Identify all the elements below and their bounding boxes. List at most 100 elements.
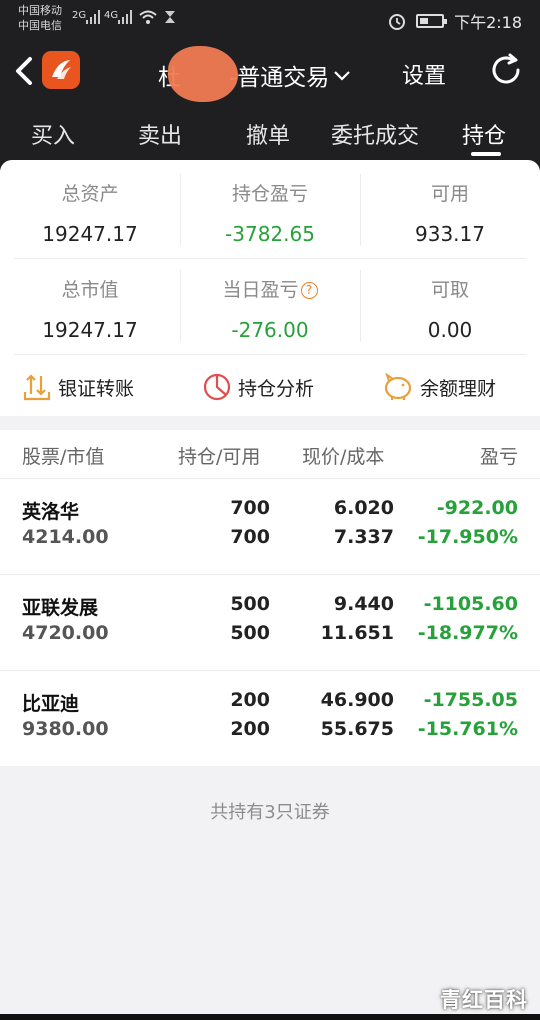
chevron-down-icon [333,62,351,88]
position-analysis-label: 持仓分析 [238,377,315,400]
app-logo-icon [42,51,80,89]
signal-icon [118,10,132,24]
carrier-info: 中国移动 中国电信 [18,3,62,33]
position-pl-value: -3782.65 [225,222,315,246]
stock-name: 亚联发展 [22,597,99,619]
tab-buy[interactable]: 买入 [31,118,75,150]
total-assets: 总资产 19247.17 [0,179,180,246]
withdrawable: 可取 0.00 [360,275,540,342]
available-funds: 可用 933.17 [360,179,540,246]
stock-pl-pct: -17.950% [417,526,518,548]
holding-row[interactable]: 亚联发展 4720.00 500 500 9.440 11.651 -1105.… [0,574,540,670]
stock-available: 200 [230,718,270,740]
status-time: 下午2:18 [454,13,522,32]
trade-tabs: 买入 卖出 撤单 委托成交 持仓 [0,108,540,160]
carrier-2: 中国电信 [18,19,62,32]
stock-name: 比亚迪 [22,693,80,715]
stock-pl: -1755.05 [423,689,518,711]
redaction-blob [168,46,238,102]
market-value-value: 19247.17 [42,318,138,342]
carrier-1: 中国移动 [18,4,62,17]
market-value: 总市值 19247.17 [0,275,180,342]
stock-available: 700 [230,526,270,548]
holdings-list: 股票/市值 持仓/可用 现价/成本 盈亏 英洛华 4214.00 700 700… [0,430,540,766]
network-type-2: 4G [104,10,119,21]
account-type: -普通交易 [229,65,330,91]
divider [360,174,361,246]
battery-icon [416,14,448,28]
stock-available: 500 [230,622,270,644]
position-pl-label: 持仓盈亏 [231,183,308,205]
holding-row[interactable]: 英洛华 4214.00 700 700 6.020 7.337 -922.00 … [0,478,540,574]
alarm-icon [389,14,406,30]
daily-pl-label-wrap: 当日盈亏? [180,275,360,302]
status-right: 下午2:18 [388,9,522,33]
settings-button[interactable]: 设置 [402,58,446,90]
stock-name: 英洛华 [22,501,80,523]
daily-pl: 当日盈亏? -276.00 [180,275,360,342]
divider [180,174,181,246]
stock-pl: -922.00 [436,497,518,519]
balance-wealth-label: 余额理财 [420,377,497,400]
pie-chart-icon [203,373,231,401]
top-header: 中国移动 中国电信 2G 4G 下午2:18 -普通交易 设置 买入 卖出 撤单… [0,0,540,170]
header-price: 现价/成本 [302,446,385,468]
total-assets-label: 总资产 [61,183,119,205]
market-value-label: 总市值 [61,279,119,301]
stock-market-value: 4214.00 [22,526,109,548]
divider [14,354,526,355]
status-bar: 中国移动 中国电信 2G 4G 下午2:18 [0,0,540,38]
bottom-edge [0,1014,540,1020]
tab-holdings[interactable]: 持仓 [462,118,506,150]
bank-transfer-label: 银证转账 [58,377,135,400]
stock-position: 700 [230,497,270,519]
stock-price: 6.020 [333,497,394,519]
tab-sell[interactable]: 卖出 [138,118,182,150]
stock-pl: -1105.60 [423,593,518,615]
wifi-icon [139,10,157,24]
divider [180,270,181,342]
stock-price: 46.900 [320,689,394,711]
help-icon[interactable]: ? [300,282,318,299]
piggy-bank-icon [384,372,412,400]
withdrawable-value: 0.00 [427,318,473,342]
daily-pl-label: 当日盈亏 [222,279,299,301]
hourglass-icon [165,11,175,23]
stock-position: 500 [230,593,270,615]
holdings-count-note: 共持有3只证券 [210,802,330,823]
position-analysis-button[interactable]: 持仓分析 [202,372,314,402]
signal-icon [86,10,100,24]
bank-transfer-button[interactable]: 银证转账 [22,372,134,402]
stock-market-value: 9380.00 [22,718,109,740]
daily-pl-value: -276.00 [231,318,309,342]
tab-orders[interactable]: 委托成交 [331,118,419,150]
holding-row[interactable]: 比亚迪 9380.00 200 200 46.900 55.675 -1755.… [0,670,540,766]
withdrawable-label: 可取 [430,279,469,301]
watermark: 青红百科 [440,988,528,1012]
divider [14,258,526,259]
stock-pl-pct: -18.977% [417,622,518,644]
header-position: 持仓/可用 [178,446,261,468]
refresh-icon[interactable] [488,52,524,88]
back-button[interactable] [10,54,40,88]
nav-bar: 杜-普通交易 设置 [0,44,540,102]
stock-cost: 7.337 [333,526,394,548]
stock-pl-pct: -15.761% [417,718,518,740]
stock-cost: 11.651 [320,622,394,644]
stock-position: 200 [230,689,270,711]
chevron-left-icon [16,57,32,85]
stock-cost: 55.675 [320,718,394,740]
position-pl: 持仓盈亏 -3782.65 [180,179,360,246]
stock-market-value: 4720.00 [22,622,109,644]
header-pl: 盈亏 [479,446,518,468]
balance-wealth-button[interactable]: 余额理财 [382,372,496,402]
stock-price: 9.440 [333,593,394,615]
header-stock: 股票/市值 [22,446,105,468]
active-tab-indicator [471,152,501,156]
total-assets-value: 19247.17 [42,222,138,246]
transfer-icon [23,374,51,401]
available-value: 933.17 [415,222,485,246]
network-type-1: 2G [72,10,87,21]
divider [360,270,361,342]
tab-cancel[interactable]: 撤单 [246,118,290,150]
